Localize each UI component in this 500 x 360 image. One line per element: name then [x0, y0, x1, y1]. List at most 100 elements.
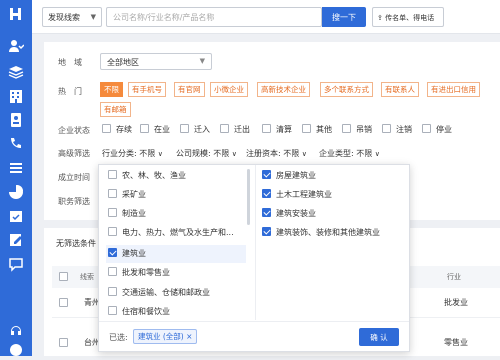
region-value: 全部地区: [107, 58, 139, 67]
checkbox-checked[interactable]: [108, 248, 117, 257]
industry-option[interactable]: 采矿业: [106, 186, 246, 204]
industry-option[interactable]: 农、林、牧、渔业: [106, 167, 246, 185]
edit-icon[interactable]: [8, 232, 24, 248]
region-select[interactable]: 全部地区 ▼: [100, 53, 212, 70]
hot-tag-website[interactable]: 有官网: [174, 82, 205, 97]
column-header-industry: 行业: [447, 273, 461, 281]
status-option[interactable]: 存续: [102, 124, 132, 135]
status-option[interactable]: 在业: [140, 124, 170, 135]
list-icon[interactable]: [8, 160, 24, 176]
hot-tag-any[interactable]: 不限: [100, 82, 123, 97]
building-icon[interactable]: [8, 88, 24, 104]
checkbox-checked[interactable]: [262, 208, 271, 217]
hot-tag-import-export[interactable]: 有进出口信用: [427, 82, 480, 97]
upload-list-label: 传名单、得电话: [385, 14, 435, 22]
status-label: 企业状态: [58, 126, 90, 135]
checkbox[interactable]: [108, 306, 117, 315]
hot-label: 热 门: [58, 87, 82, 96]
checkbox[interactable]: [342, 124, 351, 133]
app-logo[interactable]: [7, 5, 25, 23]
industry-dropdown: 农、林、牧、渔业 采矿业 制造业 电力、热力、燃气及水生产和... 建筑业 批发…: [98, 164, 410, 352]
hot-tag-multi-contact[interactable]: 多个联系方式: [320, 82, 373, 97]
headset-icon[interactable]: [8, 322, 24, 338]
position-label: 职务筛选: [58, 197, 90, 206]
top-bar: 发现线索 ▼ 搜一下 ⇪ 传名单、得电话: [32, 0, 500, 34]
checkbox-checked[interactable]: [262, 227, 271, 236]
chevron-down-icon: ∨: [157, 150, 163, 158]
stack-icon[interactable]: [8, 64, 24, 80]
row-industry: 零售业: [444, 338, 468, 347]
status-option[interactable]: 迁入: [180, 124, 210, 135]
industry-filter[interactable]: 行业分类: 不限 ∨: [102, 148, 163, 159]
upload-list-button[interactable]: ⇪ 传名单、得电话: [372, 7, 444, 27]
selected-chip[interactable]: 建筑业 (全部) ×: [133, 329, 198, 344]
badge-icon[interactable]: [8, 112, 24, 128]
hot-tag-email[interactable]: 有邮箱: [100, 102, 131, 117]
sub-industry-option[interactable]: 建筑装饰、装修和其他建筑业: [262, 224, 380, 242]
checkbox[interactable]: [422, 124, 431, 133]
search-type-select[interactable]: 发现线索 ▼: [42, 7, 102, 27]
row-checkbox[interactable]: [59, 298, 68, 307]
confirm-button[interactable]: 确 认: [359, 328, 399, 346]
phone-icon[interactable]: [8, 136, 24, 152]
hot-tag-small-biz[interactable]: 小微企业: [210, 82, 248, 97]
capital-filter[interactable]: 注册资本: 不限 ∨: [246, 148, 307, 159]
checkbox[interactable]: [108, 170, 117, 179]
checkbox[interactable]: [180, 124, 189, 133]
row-industry: 批发业: [444, 298, 468, 307]
industry-option[interactable]: 建筑业: [106, 245, 246, 263]
calendar-check-icon[interactable]: [8, 208, 24, 224]
status-option[interactable]: 停业: [422, 124, 452, 135]
checkbox[interactable]: [102, 124, 111, 133]
sub-industry-option[interactable]: 建筑安装业: [262, 205, 316, 223]
status-option[interactable]: 清算: [262, 124, 292, 135]
select-all-checkbox[interactable]: [59, 272, 68, 281]
industry-option[interactable]: 批发和零售业: [106, 264, 246, 282]
close-icon[interactable]: ×: [186, 332, 192, 341]
checkbox[interactable]: [262, 124, 271, 133]
users-icon[interactable]: [8, 38, 25, 54]
checkbox[interactable]: [140, 124, 149, 133]
checkbox[interactable]: [108, 189, 117, 198]
row-checkbox[interactable]: [59, 338, 68, 347]
upload-icon: ⇪: [377, 14, 386, 22]
sub-industry-option[interactable]: 房屋建筑业: [262, 167, 316, 185]
sub-industry-option[interactable]: 土木工程建筑业: [262, 186, 332, 204]
checkbox[interactable]: [302, 124, 311, 133]
status-option[interactable]: 吊销: [342, 124, 372, 135]
region-label: 地 域: [58, 58, 82, 67]
chevron-down-icon: ∨: [374, 150, 380, 158]
hot-tag-hi-tech[interactable]: 高新技术企业: [257, 82, 310, 97]
status-option[interactable]: 迁出: [220, 124, 250, 135]
chevron-down-icon: ∨: [231, 150, 237, 158]
status-option[interactable]: 其他: [302, 124, 332, 135]
industry-option[interactable]: 交通运输、仓储和邮政业: [106, 284, 246, 302]
company-type-filter[interactable]: 企业类型: 不限 ∨: [319, 148, 380, 159]
search-type-value: 发现线索: [48, 13, 80, 22]
checkbox[interactable]: [108, 208, 117, 217]
hot-tag-contact-person[interactable]: 有联系人: [381, 82, 419, 97]
industry-option[interactable]: 住宿和餐饮业: [106, 303, 246, 321]
chevron-down-icon: ▼: [199, 57, 205, 65]
advanced-label: 高级筛选: [58, 149, 90, 158]
checkbox-checked[interactable]: [262, 189, 271, 198]
sidebar: [0, 0, 32, 356]
checkbox[interactable]: [108, 287, 117, 296]
results-header: 无筛选条件: [56, 239, 96, 248]
pie-chart-icon[interactable]: [8, 184, 24, 200]
checkbox[interactable]: [108, 227, 117, 236]
company-size-filter[interactable]: 公司规模: 不限 ∨: [176, 148, 237, 159]
search-button[interactable]: 搜一下: [322, 7, 366, 27]
dropdown-scrollbar[interactable]: [247, 169, 250, 225]
industry-primary-list: 农、林、牧、渔业 采矿业 制造业 电力、热力、燃气及水生产和... 建筑业 批发…: [99, 165, 249, 320]
chat-icon[interactable]: [8, 256, 24, 272]
checkbox[interactable]: [108, 267, 117, 276]
industry-option[interactable]: 制造业: [106, 205, 246, 223]
checkbox-checked[interactable]: [262, 170, 271, 179]
hot-tag-mobile[interactable]: 有手机号: [128, 82, 166, 97]
industry-option[interactable]: 电力、热力、燃气及水生产和...: [106, 224, 246, 242]
checkbox[interactable]: [382, 124, 391, 133]
search-input[interactable]: [106, 7, 322, 27]
status-option[interactable]: 注销: [382, 124, 412, 135]
checkbox[interactable]: [220, 124, 229, 133]
